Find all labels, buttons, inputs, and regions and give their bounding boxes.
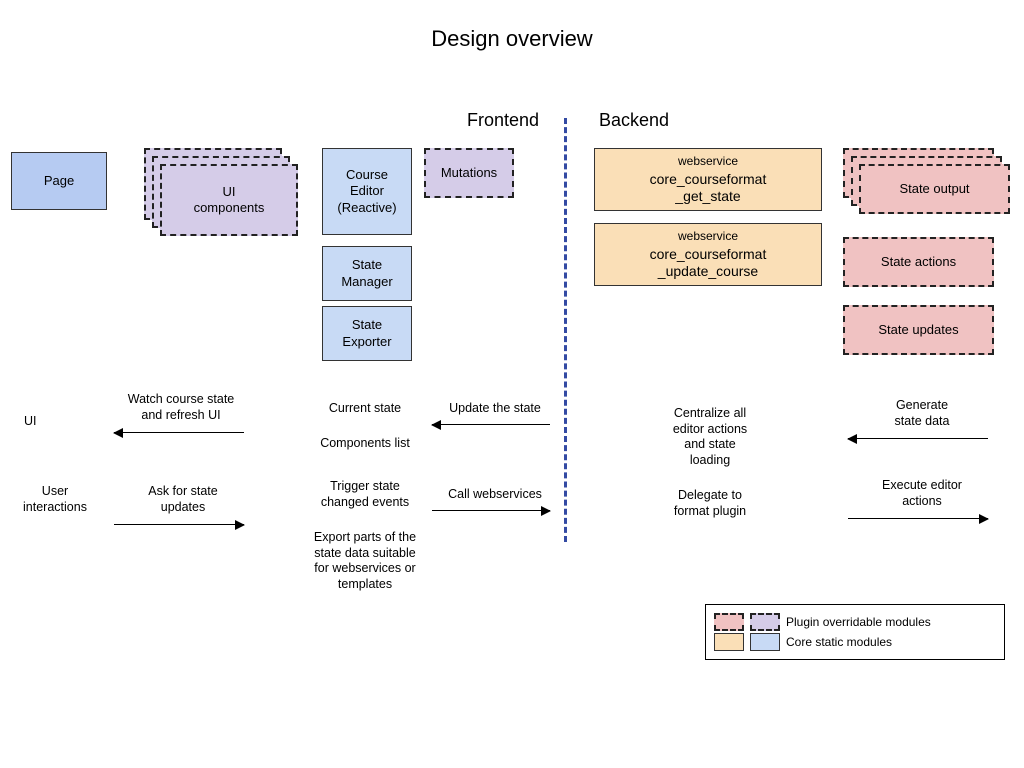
delegate-text: Delegate to format plugin (660, 488, 760, 519)
mutations-box: Mutations (424, 148, 514, 198)
arrow-execute (848, 518, 988, 519)
ws2-label: webservice (678, 229, 738, 244)
legend-swatch-pink (714, 613, 744, 631)
legend-box: Plugin overridable modules Core static m… (705, 604, 1005, 660)
legend-swatch-orange (714, 633, 744, 651)
diagram-title: Design overview (0, 26, 1024, 52)
arrow-call-ws (432, 510, 550, 511)
legend-core-text: Core static modules (786, 635, 892, 649)
webservice-get-state-box: webservice core_courseformat _get_state (594, 148, 822, 211)
state-updates-box: State updates (843, 305, 994, 355)
arrow-watch (114, 432, 244, 433)
state-manager-box: State Manager (322, 246, 412, 301)
generate-text: Generate state data (862, 398, 982, 429)
execute-text: Execute editor actions (862, 478, 982, 509)
ui-components-box: UI components (160, 164, 298, 236)
arrow-update-state (432, 424, 550, 425)
arrow-ask-updates (114, 524, 244, 525)
centralize-text: Centralize all editor actions and state … (660, 406, 760, 469)
trigger-events-text: Trigger state changed events (295, 479, 435, 510)
ws1-name: core_courseformat _get_state (650, 171, 767, 206)
legend-swatch-purple (750, 613, 780, 631)
user-interactions-text: User interactions (14, 484, 96, 515)
webservice-update-course-box: webservice core_courseformat _update_cou… (594, 223, 822, 286)
ws1-label: webservice (678, 154, 738, 169)
backend-label: Backend (599, 110, 669, 131)
state-exporter-box: State Exporter (322, 306, 412, 361)
ui-text: UI (24, 414, 37, 430)
call-ws-text: Call webservices (440, 487, 550, 503)
ws2-name: core_courseformat _update_course (650, 246, 767, 281)
arrow-generate (848, 438, 988, 439)
export-parts-text: Export parts of the state data suitable … (293, 530, 437, 593)
course-editor-box: Course Editor (Reactive) (322, 148, 412, 235)
legend-row-core: Core static modules (714, 633, 996, 651)
state-output-box: State output (859, 164, 1010, 214)
current-state-text: Current state (295, 401, 435, 417)
legend-row-overridable: Plugin overridable modules (714, 613, 996, 631)
frontend-backend-divider (564, 118, 567, 542)
legend-swatch-blue (750, 633, 780, 651)
page-box: Page (11, 152, 107, 210)
state-actions-box: State actions (843, 237, 994, 287)
update-state-text: Update the state (440, 401, 550, 417)
legend-overridable-text: Plugin overridable modules (786, 615, 931, 629)
components-list-text: Components list (295, 436, 435, 452)
frontend-label: Frontend (467, 110, 539, 131)
ask-updates-text: Ask for state updates (138, 484, 228, 515)
watch-text: Watch course state and refresh UI (122, 392, 240, 423)
